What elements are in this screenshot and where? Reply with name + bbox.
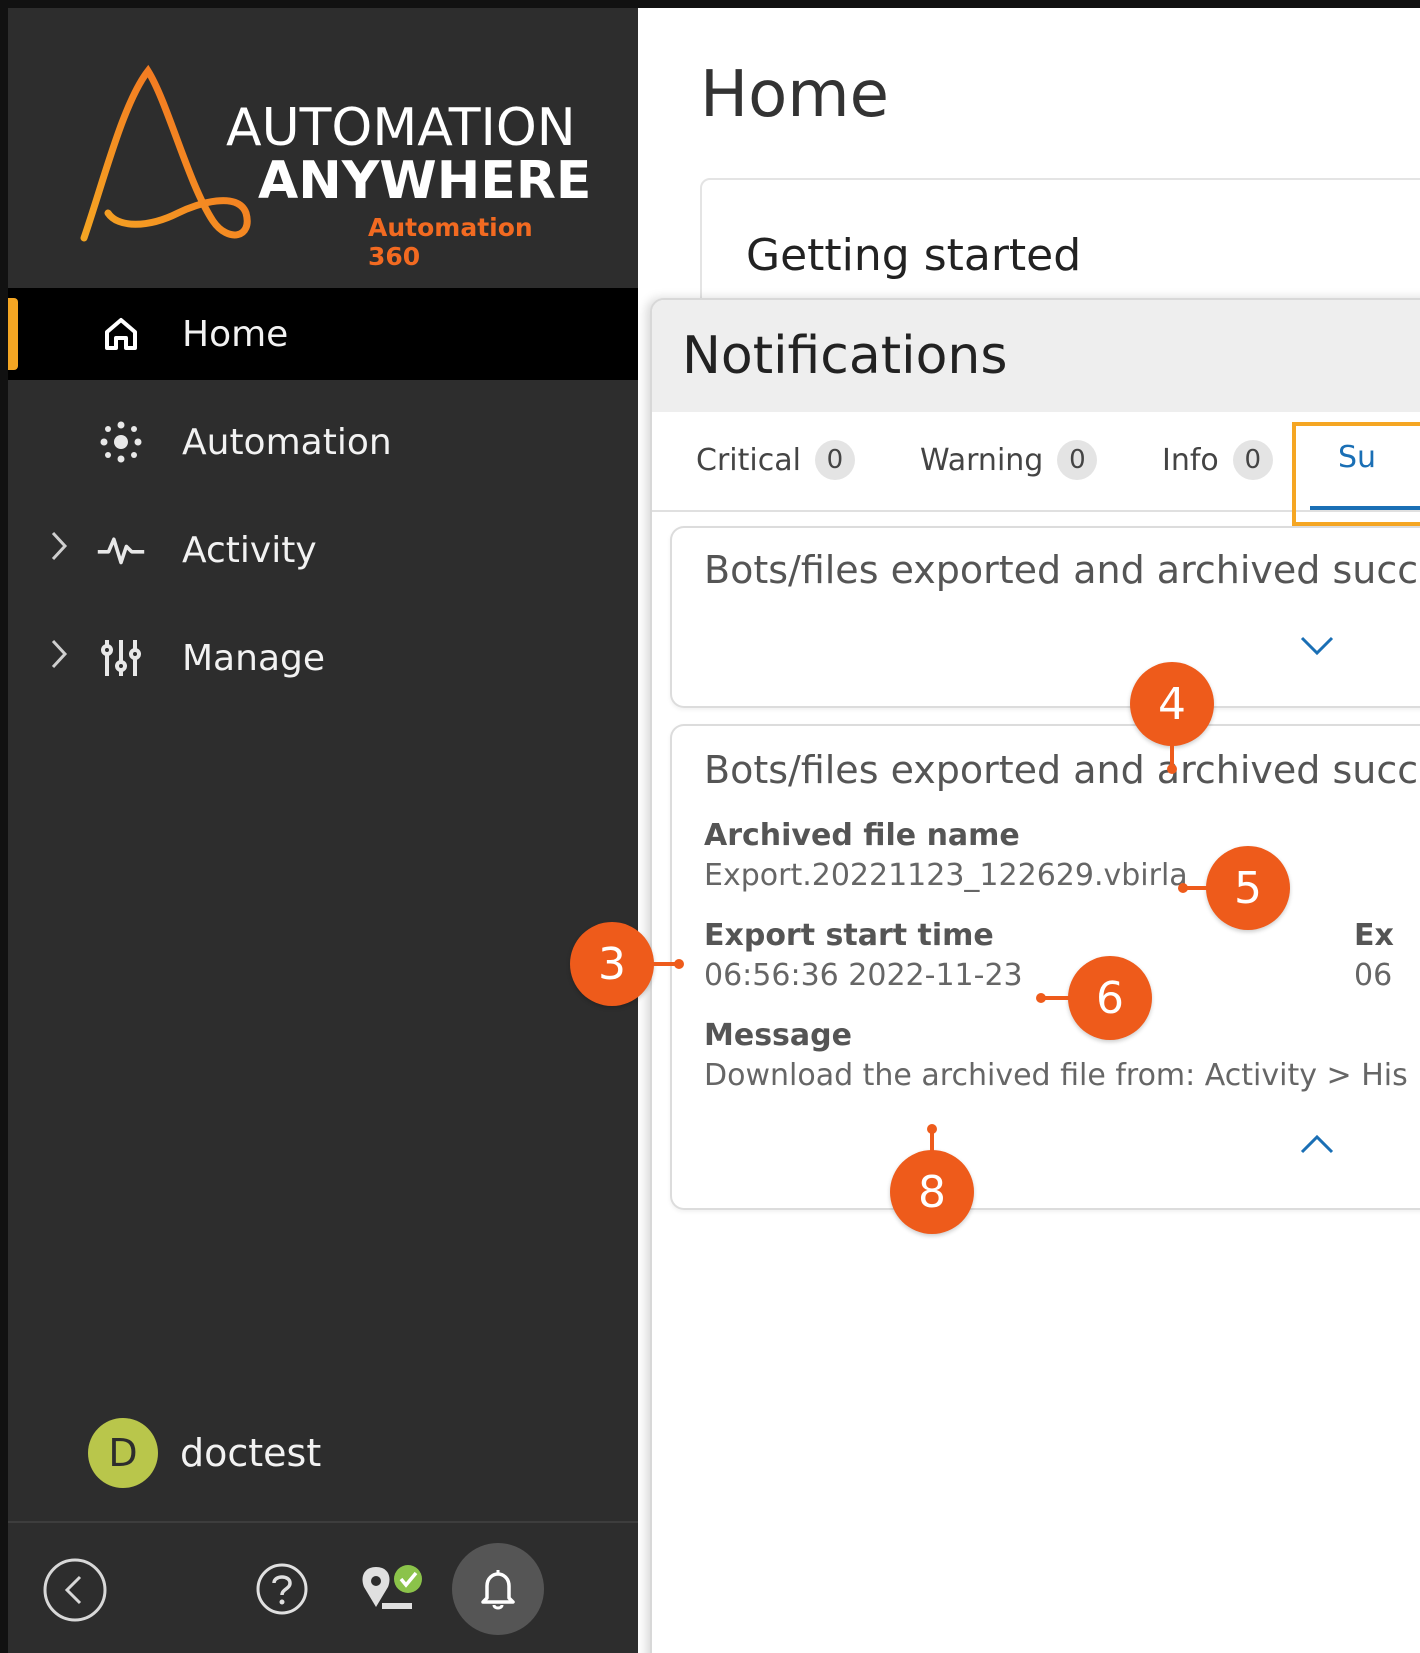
user-name: doctest	[180, 1431, 322, 1475]
tab-highlight-box	[1292, 422, 1420, 526]
export-end-time-value: 06	[1354, 958, 1393, 993]
callout-5-dot	[1178, 883, 1188, 893]
sidebar: AUTOMATION ANYWHERE Automation 360 Home …	[8, 8, 638, 1653]
help-icon[interactable]	[254, 1561, 310, 1617]
tab-label: Info	[1162, 442, 1219, 478]
manage-sliders-icon	[96, 633, 146, 683]
tab-critical[interactable]: Critical 0	[696, 440, 855, 480]
tab-warning[interactable]: Warning 0	[920, 440, 1098, 480]
chevron-down-icon[interactable]	[1298, 634, 1336, 662]
callout-3-dot	[674, 959, 684, 969]
sidebar-item-manage[interactable]: Manage	[8, 612, 638, 704]
sidebar-item-automation[interactable]: Automation	[8, 396, 638, 488]
notifications-title: Notifications	[682, 326, 1008, 386]
tab-count-badge: 0	[814, 440, 855, 480]
getting-started-title: Getting started	[746, 230, 1082, 281]
home-icon	[96, 309, 146, 359]
activity-icon	[96, 525, 146, 575]
main-content: Home Getting started Notifications Criti…	[638, 8, 1420, 1653]
logo-line2: ANYWHERE	[258, 151, 592, 211]
callout-6-dot	[1036, 993, 1046, 1003]
notifications-header: Notifications	[652, 300, 1420, 412]
sidebar-item-label: Automation	[182, 421, 392, 463]
automation-icon	[96, 417, 146, 467]
chevron-right-icon[interactable]	[44, 637, 74, 680]
callout-5: 5	[1206, 846, 1290, 930]
chevron-up-icon[interactable]	[1298, 1132, 1336, 1160]
tab-label: Warning	[920, 442, 1044, 478]
sidebar-item-label: Manage	[182, 637, 325, 679]
callout-3: 3	[570, 922, 654, 1006]
notifications-panel: Notifications Critical 0 Warning 0 Info …	[650, 298, 1420, 1653]
notification-card-collapsed[interactable]: Bots/files exported and archived succes	[670, 526, 1420, 708]
automation-anywhere-logo[interactable]: AUTOMATION ANYWHERE Automation 360	[78, 63, 592, 271]
notification-title: Bots/files exported and archived succes	[704, 748, 1420, 792]
page-title: Home	[700, 58, 889, 132]
collapse-sidebar-icon[interactable]	[40, 1555, 110, 1625]
archived-file-name-value: Export.20221123_122629.vbirla	[704, 858, 1188, 893]
export-start-time-value: 06:56:36 2022-11-23	[704, 958, 1023, 993]
chevron-right-icon[interactable]	[44, 529, 74, 572]
sidebar-item-label: Activity	[182, 529, 317, 571]
callout-8: 8	[890, 1150, 974, 1234]
sidebar-item-label: Home	[182, 313, 289, 355]
callout-6-leader	[1042, 996, 1070, 1000]
message-value: Download the archived file from: Activit…	[704, 1058, 1408, 1093]
callout-6: 6	[1068, 956, 1152, 1040]
tab-count-badge: 0	[1232, 440, 1273, 480]
message-label: Message	[704, 1018, 852, 1053]
avatar: D	[88, 1418, 158, 1488]
sidebar-footer	[8, 1521, 638, 1653]
notification-tabs: Critical 0 Warning 0 Info 0 Su	[652, 412, 1420, 526]
logo-line1: AUTOMATION	[226, 98, 576, 158]
logo-line3: Automation 360	[368, 213, 533, 271]
notifications-bell-icon[interactable]	[452, 1543, 544, 1635]
sidebar-item-home[interactable]: Home	[8, 288, 638, 380]
export-end-time-label: Ex	[1354, 918, 1394, 953]
archived-file-name-label: Archived file name	[704, 818, 1020, 853]
logo-a-mark-icon	[80, 64, 251, 242]
sidebar-item-activity[interactable]: Activity	[8, 504, 638, 596]
callout-4: 4	[1130, 662, 1214, 746]
location-status-icon[interactable]	[356, 1559, 436, 1619]
tab-count-badge: 0	[1057, 440, 1098, 480]
notification-title: Bots/files exported and archived succes	[704, 548, 1420, 592]
export-start-time-label: Export start time	[704, 918, 994, 953]
tab-info[interactable]: Info 0	[1162, 440, 1273, 480]
callout-4-dot	[1167, 764, 1177, 774]
user-profile[interactable]: D doctest	[88, 1418, 321, 1488]
tab-selected-underline	[1310, 506, 1420, 510]
notification-card-expanded[interactable]: Bots/files exported and archived succes …	[670, 724, 1420, 1210]
tab-label: Critical	[696, 442, 801, 478]
callout-8-dot	[927, 1124, 937, 1134]
